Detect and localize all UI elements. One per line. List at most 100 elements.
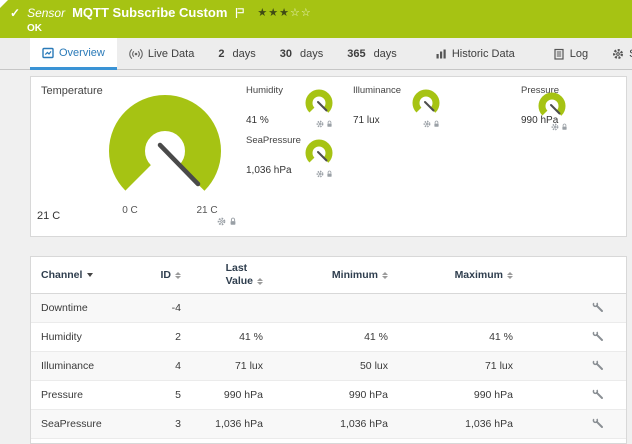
channel-last-value: 990 hPa [191,381,271,410]
channel-last-value: 71 lux [191,352,271,381]
gear-icon[interactable] [551,123,559,131]
tab-2-days[interactable]: 2 days [206,38,267,69]
temperature-gauge [107,93,223,209]
channel-maximum: 71 lux [396,352,521,381]
tab-label: days [374,48,397,60]
tab-label: days [232,48,255,60]
tab-overview[interactable]: Overview [30,38,117,70]
tab-bar: Overview Live Data 2 days 30 days 365 da… [0,38,632,70]
channel-name: Downtime [31,294,143,323]
channel-id: 3 [143,410,191,439]
sensor-header: ✓ Sensor MQTT Subscribe Custom ★★★ ☆☆ OK [0,0,632,38]
historic-data-icon [435,48,447,60]
gear-icon[interactable] [423,120,431,128]
channel-name: Humidity [31,323,143,352]
edit-channel-icon[interactable] [592,417,604,429]
channel-id: 4 [143,352,191,381]
channel-name: Illuminance [31,352,143,381]
tab-live-data[interactable]: Live Data [117,38,206,69]
channel-minimum: 50 lux [271,352,396,381]
lock-icon[interactable] [433,120,440,128]
gauge-label: SeaPressure [246,135,301,146]
channels-table-panel: Channel ID Last Value Minimum [30,256,627,444]
gauge-tile-pressure: Pressure 990 hPa [521,85,621,131]
seapressure-gauge [304,138,334,168]
channel-sort-caret-icon [87,273,93,277]
gauge-tile-humidity: Humidity 41 % [246,85,346,131]
col-header-minimum[interactable]: Minimum [271,257,396,294]
edit-channel-icon[interactable] [592,330,604,342]
col-header-maximum[interactable]: Maximum [396,257,521,294]
gauge-value: 1,036 hPa [246,165,292,176]
tab-label: Log [570,48,588,60]
col-header-id[interactable]: ID [143,257,191,294]
channel-id: -4 [143,294,191,323]
gauge-tile-seapressure: SeaPressure 1,036 hPa [246,135,346,181]
priority-stars-filled: ★★★ [257,6,290,19]
lock-icon[interactable] [561,123,568,131]
tab-365-days[interactable]: 365 days [335,38,409,69]
primary-channel-value: 21 C [37,210,60,222]
channel-last-value: 1,036 hPa [191,410,271,439]
channel-maximum: 1,036 hPa [396,410,521,439]
gauges-panel: Temperature 0 C 21 C 21 C Humidity [30,76,627,237]
illuminance-gauge [411,88,441,118]
tab-label-number: 30 [280,48,292,60]
table-row-illuminance: Illuminance 4 71 lux 50 lux 71 lux [31,352,626,381]
status-badge: OK [27,23,42,34]
col-header-channel[interactable]: Channel [31,257,143,294]
gauge-value: 71 lux [353,115,380,126]
tab-log[interactable]: Log [541,38,600,69]
table-row-downtime: Downtime -4 [31,294,626,323]
sort-arrows-icon [175,272,181,280]
log-icon [553,48,565,60]
tab-settings[interactable]: Settings [600,38,632,69]
col-header-last-value[interactable]: Last Value [191,257,271,294]
col-header-actions [521,257,626,294]
channel-minimum: 990 hPa [271,381,396,410]
tab-historic-data[interactable]: Historic Data [423,38,527,69]
gear-icon[interactable] [316,120,324,128]
corner-fold [0,0,8,8]
tab-label: Live Data [148,48,194,60]
sort-arrows-icon [257,278,263,286]
gear-icon[interactable] [316,170,324,178]
channel-id: 2 [143,323,191,352]
table-header-row: Channel ID Last Value Minimum [31,257,626,294]
channel-id: 1 [143,439,191,444]
channel-minimum: 41 % [271,323,396,352]
gauge-value: 41 % [246,115,269,126]
gauge-tile-illuminance: Illuminance 71 lux [353,85,453,131]
tab-label: Historic Data [452,48,515,60]
flag-icon[interactable] [235,7,245,19]
gauge-scale-min: 0 C [115,205,145,216]
gauge-label: Humidity [246,85,283,96]
channel-id: 5 [143,381,191,410]
channel-minimum: 21 C [271,439,396,444]
tab-label: Overview [59,47,105,59]
live-data-icon [129,48,143,60]
priority-stars-empty: ☆☆ [290,6,312,19]
channels-table: Channel ID Last Value Minimum [31,257,626,444]
edit-channel-icon[interactable] [592,301,604,313]
sensor-title: MQTT Subscribe Custom [72,5,227,20]
edit-channel-icon[interactable] [592,359,604,371]
channel-minimum [271,294,396,323]
humidity-gauge [304,88,334,118]
channel-maximum: 21 C [396,439,521,444]
lock-icon[interactable] [326,170,333,178]
ok-check-icon: ✓ [10,6,20,20]
gauge-label: Illuminance [353,85,401,96]
table-row-pressure: Pressure 5 990 hPa 990 hPa 990 hPa [31,381,626,410]
tab-label: days [300,48,323,60]
edit-channel-icon[interactable] [592,388,604,400]
table-row-seapressure: SeaPressure 3 1,036 hPa 1,036 hPa 1,036 … [31,410,626,439]
tab-30-days[interactable]: 30 days [268,38,336,69]
gear-icon[interactable] [217,217,226,226]
lock-icon[interactable] [326,120,333,128]
channel-name: Pressure [31,381,143,410]
lock-icon[interactable] [229,217,237,226]
table-row-temperature: Temperature 1 21 C 21 C 21 C [31,439,626,444]
priority-stars[interactable]: ★★★ ☆☆ [257,6,311,19]
tab-label-number: 365 [347,48,365,60]
